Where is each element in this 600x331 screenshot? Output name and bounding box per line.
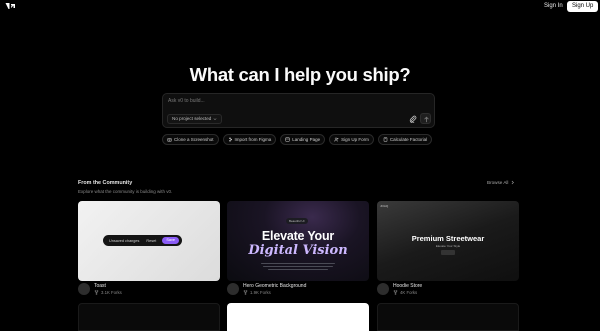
forks-count: 3.1K Forks xyxy=(101,290,122,295)
toast-preview: Unsaved changes Reset Save xyxy=(103,235,182,246)
toast-reset: Reset xyxy=(146,238,157,243)
hero-body-line xyxy=(263,266,333,268)
browse-all-label: Browse All xyxy=(487,180,509,185)
hero-badge: Beautiful UI xyxy=(286,218,308,224)
toast-save: Save xyxy=(162,237,179,244)
chip-calculate-factorial[interactable]: Calculate Factorial xyxy=(377,134,433,145)
top-bar: Sign In Sign Up xyxy=(0,0,600,14)
store-subtitle: Elevate Your Style xyxy=(435,244,461,248)
chip-label: Landing Page xyxy=(292,137,321,142)
arrow-up-icon xyxy=(424,116,429,123)
figma-icon xyxy=(228,137,232,142)
project-select-label: No project selected xyxy=(172,116,212,121)
chevron-down-icon xyxy=(213,118,217,121)
community-card[interactable] xyxy=(227,303,369,331)
prompt-box: Ask v0 to build... No project selected xyxy=(162,93,435,128)
camera-icon xyxy=(167,138,172,142)
layout-icon xyxy=(285,137,291,142)
user-plus-icon xyxy=(334,137,339,142)
send-button[interactable] xyxy=(420,113,431,124)
community-subtitle: Explore what the community is building w… xyxy=(78,189,173,194)
avatar xyxy=(227,283,239,295)
store-nav-logo: JOAQ xyxy=(380,204,389,208)
chip-import-figma[interactable]: Import from Figma xyxy=(222,134,277,145)
calculator-icon xyxy=(383,137,388,142)
hero-title-line1: Elevate Your xyxy=(261,229,335,243)
community-card[interactable] xyxy=(377,303,519,331)
chip-landing-page[interactable]: Landing Page xyxy=(280,134,326,145)
community-card-hero-geometric[interactable]: Beautiful UI Elevate Your Digital Vision xyxy=(227,201,369,281)
toast-text: Unsaved changes xyxy=(109,238,140,243)
community-title: From the Community xyxy=(78,180,133,186)
browse-all-link[interactable]: Browse All xyxy=(487,180,515,185)
card-name[interactable]: Hero Geometric Background xyxy=(243,283,306,289)
suggestion-chips: Clone a Screenshot Import from Figma Lan… xyxy=(162,134,438,145)
chip-sign-up-form[interactable]: Sign Up Form xyxy=(329,134,374,145)
card-meta-hero-geometric: Hero Geometric Background 1.9K Forks xyxy=(227,283,369,297)
forks-count: 1.9K Forks xyxy=(250,290,271,295)
page-title: What can I help you ship? xyxy=(189,64,411,85)
store-cta xyxy=(441,250,455,255)
card-meta-toast: Toast 3.1K Forks xyxy=(78,283,220,297)
chevron-right-icon xyxy=(512,180,515,185)
sign-in-button[interactable]: Sign In xyxy=(539,1,568,12)
card-forks: 1.9K Forks xyxy=(243,290,271,295)
card-meta-hoodie-store: Hoodie Store 4K Forks xyxy=(377,283,519,297)
hero-title-line2: Digital Vision xyxy=(248,243,348,258)
fork-icon xyxy=(393,290,398,295)
card-forks: 3.1K Forks xyxy=(94,290,122,295)
community-card[interactable] xyxy=(78,303,220,331)
chip-label: Import from Figma xyxy=(234,137,272,142)
community-card-hoodie-store[interactable]: JOAQ Premium Streetwear Elevate Your Sty… xyxy=(377,201,519,281)
paperclip-icon[interactable] xyxy=(409,115,417,123)
chip-label: Calculate Factorial xyxy=(389,137,428,142)
chip-label: Sign Up Form xyxy=(341,137,369,142)
avatar xyxy=(78,283,90,295)
hero-body-line xyxy=(261,263,335,265)
sign-up-button[interactable]: Sign Up xyxy=(567,1,599,12)
prompt-input[interactable]: Ask v0 to build... xyxy=(168,97,368,106)
community-card-toast[interactable]: Unsaved changes Reset Save xyxy=(78,201,220,281)
fork-icon xyxy=(94,290,99,295)
hero-body-line xyxy=(268,269,328,271)
chip-label: Clone a Screenshot xyxy=(174,137,214,142)
chip-clone-screenshot[interactable]: Clone a Screenshot xyxy=(162,134,219,145)
card-name[interactable]: Hoodie Store xyxy=(393,283,422,289)
card-forks: 4K Forks xyxy=(393,290,417,295)
store-title: Premium Streetwear xyxy=(411,234,485,243)
card-name[interactable]: Toast xyxy=(94,283,106,289)
avatar xyxy=(377,283,389,295)
project-select[interactable]: No project selected xyxy=(167,114,223,124)
fork-icon xyxy=(243,290,248,295)
forks-count: 4K Forks xyxy=(400,290,418,295)
v0-logo-icon[interactable] xyxy=(5,2,17,11)
